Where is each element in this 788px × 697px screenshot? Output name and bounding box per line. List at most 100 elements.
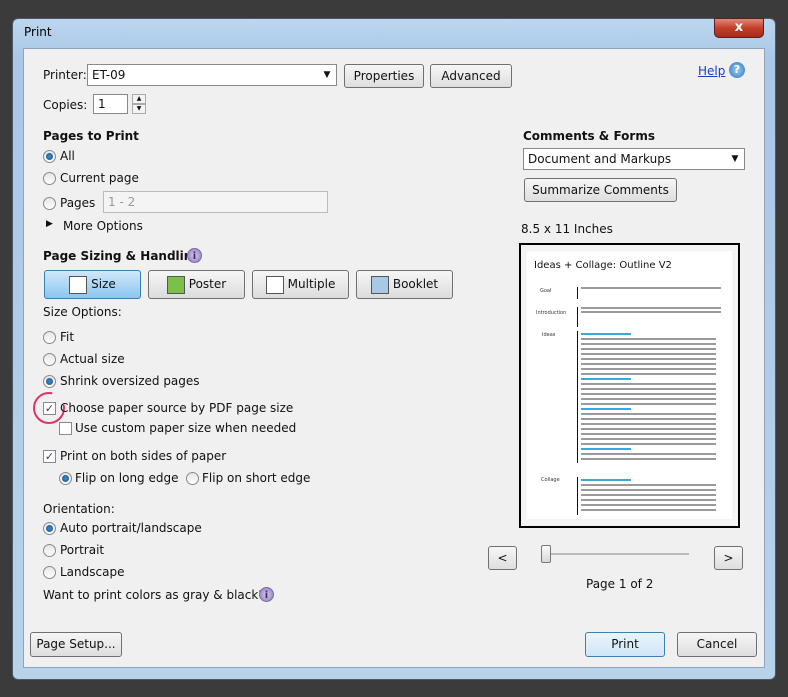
copies-up-arrow[interactable]: ▲ xyxy=(132,94,146,104)
close-button[interactable]: x xyxy=(714,18,764,38)
preview-line xyxy=(581,494,716,496)
pages-radio[interactable] xyxy=(43,197,56,210)
preview-line xyxy=(581,489,716,491)
actual-size-radio[interactable] xyxy=(43,353,56,366)
preview-line xyxy=(581,413,716,415)
preview-line xyxy=(581,408,631,410)
preview-line xyxy=(581,388,716,390)
printer-select[interactable]: ET-09 ▼ xyxy=(87,64,337,86)
preview-rule xyxy=(577,287,578,299)
both-sides-checkbox[interactable]: ✓ xyxy=(43,450,56,463)
preview-line xyxy=(581,383,716,385)
preview-line xyxy=(581,363,716,365)
portrait-radio[interactable] xyxy=(43,544,56,557)
preview-line xyxy=(581,373,716,375)
preview-line xyxy=(581,403,716,405)
pages-label: Pages xyxy=(60,196,96,210)
comments-select[interactable]: Document and Markups ▼ xyxy=(523,148,745,170)
print-button[interactable]: Print xyxy=(585,632,665,657)
gray-info-icon[interactable]: i xyxy=(259,587,274,602)
long-edge-label: Flip on long edge xyxy=(75,471,179,485)
preview-line xyxy=(581,499,716,501)
printer-value: ET-09 xyxy=(92,68,126,82)
preview-line xyxy=(581,333,631,335)
copies-input[interactable]: 1 xyxy=(93,94,128,114)
advanced-button[interactable]: Advanced xyxy=(430,64,512,88)
preview-line xyxy=(581,453,716,455)
tab-poster[interactable]: Poster xyxy=(148,270,245,299)
landscape-radio[interactable] xyxy=(43,566,56,579)
cancel-button[interactable]: Cancel xyxy=(677,632,757,657)
tab-multiple[interactable]: Multiple xyxy=(252,270,349,299)
preview-rule xyxy=(577,477,578,515)
current-page-radio[interactable] xyxy=(43,172,56,185)
preview-line xyxy=(581,423,716,425)
page-sizing-heading: Page Sizing & Handling xyxy=(43,249,201,263)
preview-rule xyxy=(577,331,578,463)
preview-line xyxy=(581,343,716,345)
expand-triangle-icon[interactable]: ▶ xyxy=(46,219,53,229)
auto-orientation-label: Auto portrait/landscape xyxy=(60,521,202,535)
preview-line xyxy=(581,433,716,435)
page-slider-track[interactable] xyxy=(543,553,689,555)
preview-page: Ideas + Collage: Outline V2 Goal Introdu… xyxy=(527,251,732,519)
comments-forms-heading: Comments & Forms xyxy=(523,129,655,143)
preview-section: Introduction xyxy=(536,310,567,316)
help-link[interactable]: Help xyxy=(698,64,725,78)
page-indicator: Page 1 of 2 xyxy=(586,577,654,591)
preview-line xyxy=(581,353,716,355)
preview-line xyxy=(581,393,716,395)
fit-radio[interactable] xyxy=(43,331,56,344)
long-edge-radio[interactable] xyxy=(59,472,72,485)
custom-paper-checkbox[interactable] xyxy=(59,422,72,435)
gray-question: Want to print colors as gray & black? xyxy=(43,588,265,602)
preview-line xyxy=(581,311,721,313)
pages-range-input[interactable]: 1 - 2 xyxy=(103,191,328,213)
shrink-label: Shrink oversized pages xyxy=(60,374,200,388)
prev-page-button[interactable]: < xyxy=(488,546,517,570)
all-radio[interactable] xyxy=(43,150,56,163)
copies-down-arrow[interactable]: ▼ xyxy=(132,104,146,114)
tab-booklet[interactable]: Booklet xyxy=(356,270,453,299)
poster-icon xyxy=(166,275,185,294)
tab-multiple-label: Multiple xyxy=(287,277,336,291)
next-page-button[interactable]: > xyxy=(714,546,743,570)
preview-line xyxy=(581,368,716,370)
tab-booklet-label: Booklet xyxy=(392,277,439,291)
preview-line xyxy=(581,438,716,440)
current-page-label: Current page xyxy=(60,171,139,185)
size-icon xyxy=(69,275,88,294)
pages-to-print-heading: Pages to Print xyxy=(43,129,139,143)
multiple-icon xyxy=(265,275,284,294)
properties-button[interactable]: Properties xyxy=(344,64,424,88)
print-preview: Ideas + Collage: Outline V2 Goal Introdu… xyxy=(519,243,740,528)
short-edge-label: Flip on short edge xyxy=(202,471,311,485)
short-edge-radio[interactable] xyxy=(186,472,199,485)
tab-size[interactable]: Size xyxy=(44,270,141,299)
preview-line xyxy=(581,348,716,350)
page-slider-thumb[interactable] xyxy=(541,545,551,563)
custom-paper-label: Use custom paper size when needed xyxy=(75,421,297,435)
portrait-label: Portrait xyxy=(60,543,105,557)
size-options-label: Size Options: xyxy=(43,305,122,319)
summarize-comments-button[interactable]: Summarize Comments xyxy=(524,178,677,202)
shrink-radio[interactable] xyxy=(43,375,56,388)
preview-line xyxy=(581,398,716,400)
landscape-label: Landscape xyxy=(60,565,125,579)
preview-section: Collage xyxy=(541,477,560,483)
both-sides-label: Print on both sides of paper xyxy=(60,449,227,463)
preview-line xyxy=(581,307,721,309)
chevron-down-icon: ▼ xyxy=(323,70,331,80)
preview-line xyxy=(581,287,721,289)
choose-paper-source-label: Choose paper source by PDF page size xyxy=(60,401,294,415)
help-icon[interactable]: ? xyxy=(729,62,745,78)
auto-orientation-radio[interactable] xyxy=(43,522,56,535)
info-icon[interactable]: i xyxy=(187,248,202,263)
tab-poster-label: Poster xyxy=(188,277,227,291)
fit-label: Fit xyxy=(60,330,75,344)
preview-line xyxy=(581,428,716,430)
page-setup-button[interactable]: Page Setup... xyxy=(30,632,122,657)
booklet-icon xyxy=(370,275,389,294)
preview-line xyxy=(581,458,716,460)
more-options-toggle[interactable]: More Options xyxy=(63,219,143,233)
